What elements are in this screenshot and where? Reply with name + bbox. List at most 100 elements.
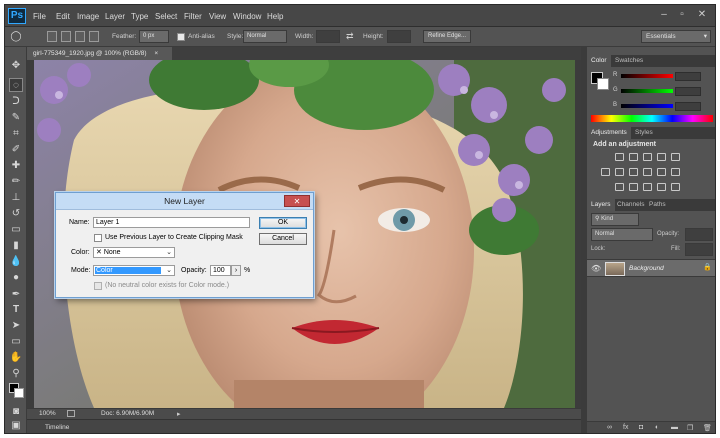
- layer-style-icon[interactable]: fx: [623, 424, 628, 431]
- hand-tool-icon[interactable]: ✋: [9, 351, 23, 365]
- new-selection-icon[interactable]: [47, 31, 57, 42]
- marquee-tool-icon[interactable]: ◌: [9, 78, 23, 92]
- channel-mixer-icon[interactable]: [657, 168, 666, 176]
- visibility-eye-icon[interactable]: 👁: [591, 264, 601, 273]
- eyedropper-tool-icon[interactable]: ✐: [9, 143, 23, 157]
- healing-tool-icon[interactable]: ✚: [9, 159, 23, 173]
- channel-b-input[interactable]: [675, 102, 701, 111]
- blend-mode-select[interactable]: Normal: [591, 228, 653, 241]
- workspace-select[interactable]: Essentials ▾: [641, 30, 711, 43]
- swap-icon[interactable]: ⇄: [346, 31, 354, 42]
- mode-select[interactable]: Color ⌄: [93, 265, 175, 276]
- document-tab[interactable]: girl-775349_1920.jpg @ 100% (RGB/8) ×: [27, 47, 172, 60]
- menu-edit[interactable]: Edit: [56, 12, 70, 21]
- color-ramp[interactable]: [591, 115, 713, 122]
- hue-saturation-icon[interactable]: [601, 168, 610, 176]
- move-tool-icon[interactable]: ✥: [9, 59, 23, 73]
- layer-filter-select[interactable]: ⚲ Kind: [591, 213, 639, 226]
- tab-adjustments[interactable]: Adjustments: [587, 127, 631, 139]
- maximize-button[interactable]: ▫: [675, 9, 689, 21]
- tab-styles[interactable]: Styles: [631, 127, 657, 139]
- screen-mode-icon[interactable]: ▣: [9, 419, 23, 433]
- channel-g-slider[interactable]: [621, 89, 673, 93]
- shape-tool-icon[interactable]: ▭: [9, 335, 23, 349]
- timeline-label[interactable]: Timeline: [45, 424, 69, 431]
- exposure-icon[interactable]: [657, 153, 666, 161]
- ok-button[interactable]: OK: [259, 217, 307, 229]
- tab-paths[interactable]: Paths: [645, 199, 670, 211]
- layers-opacity-input[interactable]: [685, 228, 713, 241]
- lasso-tool-icon[interactable]: ᑐ: [9, 95, 23, 109]
- new-layer-icon[interactable]: ❐: [687, 424, 693, 432]
- status-menu-icon[interactable]: [67, 410, 75, 417]
- tab-layers[interactable]: Layers: [587, 199, 615, 211]
- close-tab-icon[interactable]: ×: [154, 50, 158, 57]
- gradient-tool-icon[interactable]: ▮: [9, 239, 23, 253]
- dialog-title[interactable]: New Layer: [56, 193, 313, 210]
- background-color-swatch[interactable]: [14, 388, 24, 398]
- color-balance-icon[interactable]: [615, 168, 624, 176]
- brush-tool-icon[interactable]: ✏: [9, 175, 23, 189]
- adjustment-layer-icon[interactable]: ◐: [655, 424, 659, 431]
- menu-file[interactable]: File: [33, 12, 46, 21]
- cancel-button[interactable]: Cancel: [259, 233, 307, 245]
- color-lookup-icon[interactable]: [671, 168, 680, 176]
- name-input[interactable]: Layer 1: [93, 217, 250, 228]
- layer-name[interactable]: Background: [629, 265, 664, 272]
- close-window-button[interactable]: ✕: [695, 9, 709, 21]
- minimize-button[interactable]: –: [657, 9, 671, 21]
- color-select[interactable]: ✕ None ⌄: [93, 247, 175, 258]
- intersect-selection-icon[interactable]: [89, 31, 99, 42]
- height-input[interactable]: [387, 30, 411, 43]
- posterize-icon[interactable]: [629, 183, 638, 191]
- quick-select-tool-icon[interactable]: ✎: [9, 111, 23, 125]
- menu-window[interactable]: Window: [233, 12, 261, 21]
- layer-row[interactable]: 👁 Background 🔒: [587, 259, 715, 277]
- brightness-icon[interactable]: [615, 153, 624, 161]
- threshold-icon[interactable]: [643, 183, 652, 191]
- quick-mask-icon[interactable]: ◙: [9, 405, 23, 419]
- link-layers-icon[interactable]: ∞: [607, 424, 612, 431]
- dialog-close-button[interactable]: ✕: [284, 195, 310, 207]
- feather-input[interactable]: 0 px: [139, 30, 169, 43]
- tab-color[interactable]: Color: [587, 55, 611, 67]
- menu-select[interactable]: Select: [155, 12, 177, 21]
- menu-type[interactable]: Type: [131, 12, 148, 21]
- status-arrow-icon[interactable]: ▸: [177, 410, 181, 418]
- add-selection-icon[interactable]: [61, 31, 71, 42]
- gradient-map-icon[interactable]: [671, 183, 680, 191]
- vibrance-icon[interactable]: [671, 153, 680, 161]
- eraser-tool-icon[interactable]: ▭: [9, 223, 23, 237]
- channel-b-slider[interactable]: [621, 104, 673, 108]
- menu-filter[interactable]: Filter: [184, 12, 202, 21]
- black-white-icon[interactable]: [629, 168, 638, 176]
- marquee-preset-icon[interactable]: ◯: [9, 30, 23, 44]
- menu-view[interactable]: View: [209, 12, 226, 21]
- fill-input[interactable]: [685, 243, 713, 256]
- zoom-tool-icon[interactable]: ⚲: [9, 367, 23, 381]
- tab-swatches[interactable]: Swatches: [611, 55, 647, 67]
- crop-tool-icon[interactable]: ⌗: [9, 127, 23, 141]
- opacity-stepper-button[interactable]: ›: [231, 265, 241, 276]
- trash-icon[interactable]: 🗑: [703, 424, 712, 432]
- channel-r-input[interactable]: [675, 72, 701, 81]
- menu-layer[interactable]: Layer: [105, 12, 125, 21]
- style-select[interactable]: Normal: [243, 30, 287, 43]
- zoom-level[interactable]: 100%: [39, 410, 56, 417]
- refine-edge-button[interactable]: Refine Edge...: [423, 30, 471, 43]
- selective-color-icon[interactable]: [657, 183, 666, 191]
- antialias-checkbox[interactable]: [177, 33, 185, 41]
- curves-icon[interactable]: [643, 153, 652, 161]
- history-brush-icon[interactable]: ↺: [9, 207, 23, 221]
- neutral-color-checkbox[interactable]: [94, 282, 102, 290]
- levels-icon[interactable]: [629, 153, 638, 161]
- type-tool-icon[interactable]: T: [9, 303, 23, 317]
- stamp-tool-icon[interactable]: ⊥: [9, 191, 23, 205]
- dialog-opacity-input[interactable]: 100: [210, 265, 231, 276]
- width-input[interactable]: [316, 30, 340, 43]
- menu-help[interactable]: Help: [267, 12, 283, 21]
- tab-channels[interactable]: Channels: [613, 199, 648, 211]
- channel-g-input[interactable]: [675, 87, 701, 96]
- dodge-tool-icon[interactable]: ●: [9, 271, 23, 285]
- subtract-selection-icon[interactable]: [75, 31, 85, 42]
